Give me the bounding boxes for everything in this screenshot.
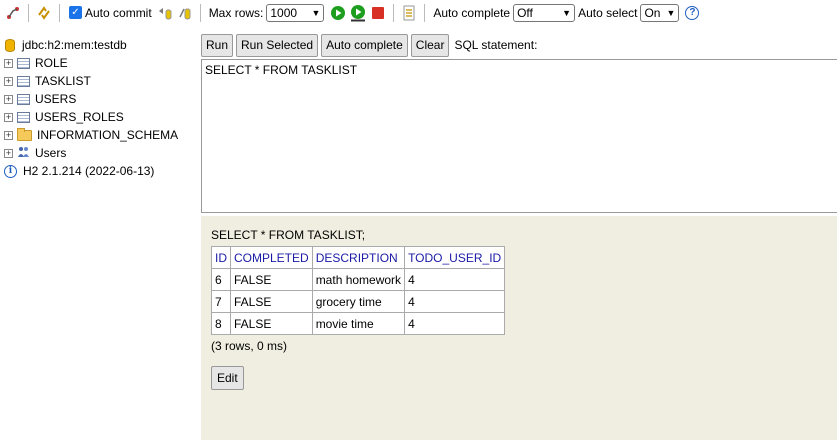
tree-item-label: USERS: [35, 92, 77, 106]
table-cell: 4: [404, 290, 506, 313]
table-cell: FALSE: [230, 268, 313, 291]
sql-editor[interactable]: SELECT * FROM TASKLIST: [201, 59, 837, 213]
tree-item-label: USERS_ROLES: [35, 110, 124, 124]
auto-complete-label: Auto complete: [433, 5, 511, 20]
tree-item-label: Users: [35, 146, 67, 160]
column-header[interactable]: DESCRIPTION: [311, 246, 406, 269]
run-icon[interactable]: [328, 3, 348, 23]
toolbar-separator: [393, 3, 395, 22]
table-icon: [17, 93, 30, 105]
disconnect-icon[interactable]: [3, 3, 23, 23]
chevron-down-icon: ▼: [562, 7, 572, 18]
expand-icon[interactable]: +: [4, 94, 13, 104]
stop-icon[interactable]: [368, 3, 388, 23]
auto-complete-select[interactable]: Off ▼: [513, 3, 576, 22]
tree-item-users-roles[interactable]: + USERS_ROLES: [0, 108, 200, 126]
toolbar-separator: [28, 3, 29, 22]
auto-select-label: Auto select: [578, 5, 638, 20]
toolbar-separator: [199, 3, 201, 22]
tree-connection[interactable]: jdbc:h2:mem:testdb: [0, 36, 200, 54]
table-cell: 6: [211, 268, 231, 291]
toolbar: ✓ Auto commit Max rows: 1000 ▼ Auto comp…: [0, 0, 837, 25]
result-summary: (3 rows, 0 ms): [211, 339, 288, 353]
table-cell: 4: [404, 312, 506, 335]
expand-icon[interactable]: +: [4, 148, 13, 158]
sql-statement-label: SQL statement:: [454, 38, 538, 52]
table-cell: 8: [211, 312, 231, 335]
max-rows-value: 1000: [270, 5, 298, 20]
users-icon: [17, 146, 30, 161]
expand-icon[interactable]: +: [4, 76, 13, 86]
column-header[interactable]: COMPLETED: [230, 246, 313, 269]
schema-tree: jdbc:h2:mem:testdb + ROLE + TASKLIST + U…: [0, 36, 200, 440]
max-rows-select[interactable]: 1000 ▼: [266, 3, 325, 22]
column-header[interactable]: ID: [211, 246, 231, 269]
auto-complete-button[interactable]: Auto complete: [321, 33, 408, 57]
tree-item-users-group[interactable]: + Users: [0, 144, 200, 162]
expand-icon[interactable]: +: [4, 130, 13, 140]
auto-commit-label: Auto commit: [85, 5, 152, 20]
tree-item-tasklist[interactable]: + TASKLIST: [0, 72, 200, 90]
table-icon: [17, 75, 30, 87]
chevron-down-icon: ▼: [666, 7, 676, 18]
tree-item-role[interactable]: + ROLE: [0, 54, 200, 72]
table-cell: FALSE: [230, 290, 313, 313]
query-toolbar: Run Run Selected Auto complete Clear SQL…: [201, 33, 537, 57]
table-row: 7 FALSE grocery time 4: [211, 290, 506, 313]
folder-icon: [17, 127, 32, 141]
table-row: 6 FALSE math homework 4: [211, 268, 506, 291]
commit-icon[interactable]: [175, 3, 195, 23]
sql-text: SELECT * FROM TASKLIST: [205, 63, 358, 77]
refresh-icon[interactable]: [34, 3, 54, 23]
table-icon: [17, 57, 30, 69]
table-header-row: ID COMPLETED DESCRIPTION TODO_USER_ID: [211, 246, 506, 269]
table-row: 8 FALSE movie time 4: [211, 312, 506, 335]
tree-item-information-schema[interactable]: + INFORMATION_SCHEMA: [0, 126, 200, 144]
table-icon: [17, 111, 30, 123]
table-cell: 4: [404, 268, 506, 291]
database-icon: [5, 38, 15, 52]
info-icon: i: [4, 164, 17, 178]
table-cell: grocery time: [311, 290, 406, 313]
run-selected-button[interactable]: Run Selected: [236, 33, 319, 57]
connection-label: jdbc:h2:mem:testdb: [22, 38, 127, 52]
help-glyph: ?: [685, 5, 700, 20]
expand-icon[interactable]: +: [4, 58, 13, 68]
auto-select-select[interactable]: On ▼: [640, 3, 680, 22]
auto-complete-value: Off: [517, 5, 533, 20]
toolbar-separator: [59, 3, 60, 22]
help-icon[interactable]: ?: [682, 3, 702, 23]
tree-item-label: TASKLIST: [35, 74, 91, 88]
max-rows-label: Max rows:: [208, 5, 264, 20]
table-cell: 7: [211, 290, 231, 313]
history-icon[interactable]: [399, 3, 419, 23]
chevron-down-icon: ▼: [311, 7, 321, 18]
version-label: H2 2.1.214 (2022-06-13): [23, 164, 155, 178]
result-panel: SELECT * FROM TASKLIST; ID COMPLETED DES…: [201, 216, 837, 440]
clear-button[interactable]: Clear: [410, 33, 450, 57]
tree-item-label: INFORMATION_SCHEMA: [37, 128, 179, 142]
tree-item-users[interactable]: + USERS: [0, 90, 200, 108]
result-statement: SELECT * FROM TASKLIST;: [211, 228, 366, 242]
auto-commit-checkbox[interactable]: ✓: [69, 6, 82, 19]
run-selected-icon[interactable]: [348, 3, 368, 23]
edit-button[interactable]: Edit: [211, 366, 244, 390]
run-button[interactable]: Run: [201, 33, 234, 57]
result-table: ID COMPLETED DESCRIPTION TODO_USER_ID 6 …: [211, 246, 506, 335]
tree-version: i H2 2.1.214 (2022-06-13): [0, 162, 200, 180]
table-cell: math homework: [311, 268, 406, 291]
tree-item-label: ROLE: [35, 56, 68, 70]
table-cell: FALSE: [230, 312, 313, 335]
column-header[interactable]: TODO_USER_ID: [404, 246, 506, 269]
auto-select-value: On: [644, 5, 661, 20]
rollback-icon[interactable]: [155, 3, 175, 23]
toolbar-separator: [424, 3, 426, 22]
table-cell: movie time: [311, 312, 406, 335]
expand-icon[interactable]: +: [4, 112, 13, 122]
